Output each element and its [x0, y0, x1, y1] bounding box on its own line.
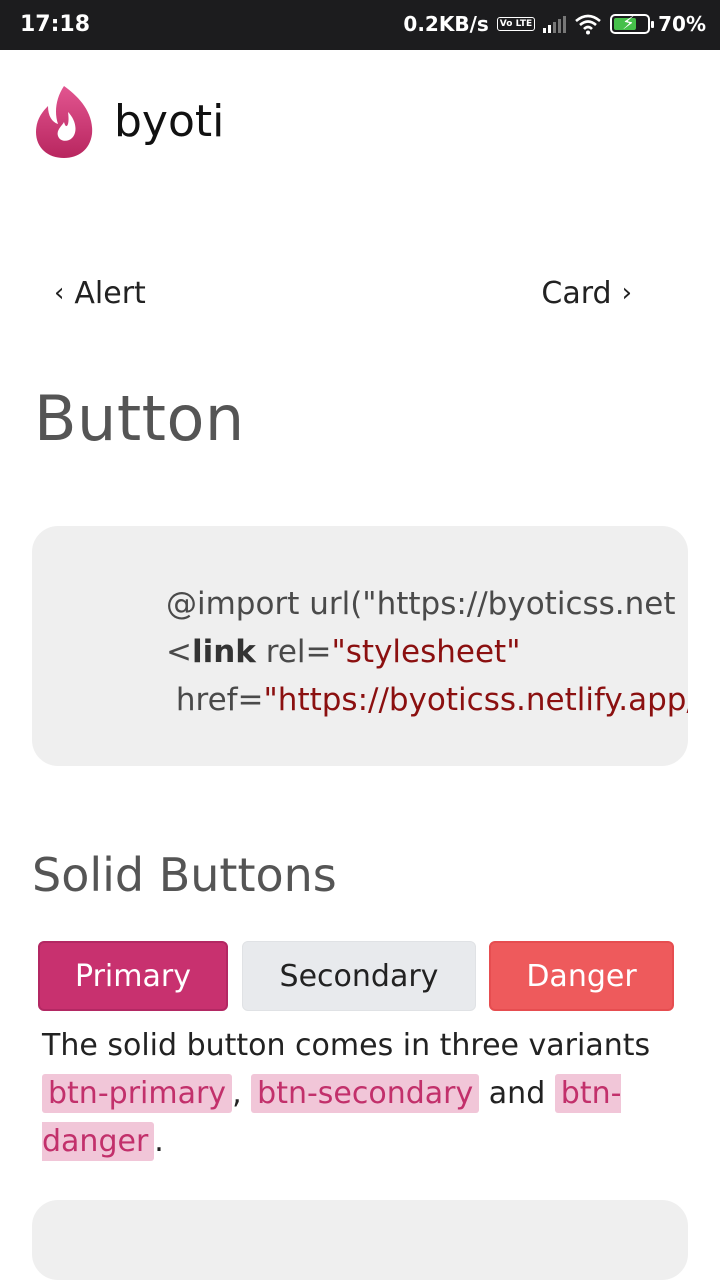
- code-snippet[interactable]: @import url("https://byoticss.net <link …: [32, 526, 688, 766]
- class-chip-primary: btn-primary: [42, 1074, 233, 1113]
- battery-icon: ⚡: [610, 13, 655, 34]
- brand-name[interactable]: byoti: [114, 96, 224, 147]
- status-indicators: 0.2KB/s Vo LTE ⚡ 70%: [403, 12, 706, 36]
- status-time: 17:18: [20, 12, 91, 37]
- status-bar: 17:18 0.2KB/s Vo LTE ⚡ 70%: [0, 0, 720, 50]
- page-title: Button: [34, 382, 245, 455]
- code-snippet-2[interactable]: [32, 1200, 688, 1280]
- nav-next-label: Card: [541, 276, 612, 311]
- chevron-right-icon: ›: [621, 278, 632, 308]
- chevron-left-icon: ‹: [54, 278, 65, 308]
- signal-icon: [543, 15, 567, 33]
- secondary-button[interactable]: Secondary: [242, 941, 476, 1011]
- primary-button[interactable]: Primary: [38, 941, 228, 1011]
- code-line-import: @import url("https://byoticss.net: [166, 586, 676, 622]
- code-content: @import url("https://byoticss.net <link …: [166, 580, 688, 724]
- nav-previous-link[interactable]: ‹ Alert: [44, 276, 146, 311]
- flame-logo-icon[interactable]: [34, 84, 94, 160]
- section-description: The solid button comes in three variants…: [42, 1028, 651, 1161]
- network-speed: 0.2KB/s: [403, 12, 489, 36]
- volte-icon: Vo LTE: [496, 17, 536, 31]
- danger-button[interactable]: Danger: [489, 941, 674, 1011]
- wifi-icon: [575, 14, 601, 35]
- code-line-href: href="https://byoticss.netlify.app/: [166, 682, 688, 718]
- nav-next-link[interactable]: Card ›: [541, 276, 642, 311]
- battery-percent: 70%: [658, 12, 706, 36]
- charging-bolt-icon: ⚡: [622, 13, 635, 34]
- nav-previous-label: Alert: [74, 276, 146, 311]
- code-line-link: <link rel="stylesheet": [166, 634, 521, 670]
- class-chip-secondary: btn-secondary: [251, 1074, 480, 1113]
- section-title: Solid Buttons: [32, 848, 337, 902]
